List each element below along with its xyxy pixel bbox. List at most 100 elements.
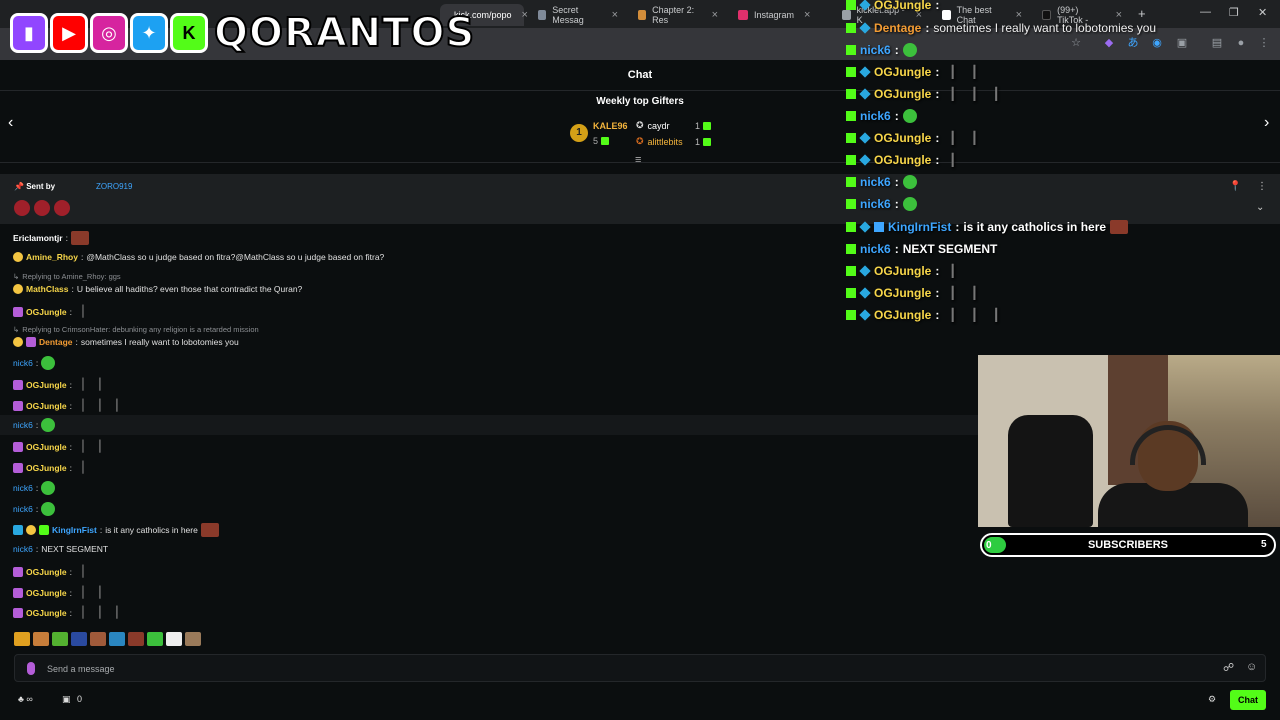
- close-tab-icon[interactable]: ×: [1016, 9, 1022, 21]
- chat-message[interactable]: OGJungle: ▕▏: [13, 305, 91, 318]
- username[interactable]: nick6: [13, 544, 33, 554]
- emote-icon[interactable]: [33, 632, 49, 646]
- reply-indicator[interactable]: ↳ Replying to Amine_Rhoy: ggs: [13, 272, 121, 281]
- emote-icon[interactable]: [71, 632, 87, 646]
- chat-message[interactable]: OGJungle: ▕▏ ▕▏ ▕▏: [13, 606, 125, 619]
- username[interactable]: OGJungle: [26, 463, 67, 473]
- menu-dots-icon[interactable]: ⋮: [1258, 37, 1270, 49]
- unpin-icon[interactable]: 📍: [1229, 181, 1241, 192]
- chevron-down-icon[interactable]: ⌄: [1256, 202, 1264, 213]
- emote-icon[interactable]: [109, 632, 125, 646]
- medal-icon: ✪: [636, 136, 644, 146]
- close-tab-icon[interactable]: ×: [1116, 9, 1122, 21]
- chat-message[interactable]: MathClass: U believe all hadiths? even t…: [13, 284, 302, 294]
- chat-message[interactable]: OGJungle: ▕▏ ▕▏: [13, 378, 108, 391]
- username[interactable]: nick6: [13, 483, 33, 493]
- close-window-icon[interactable]: ✕: [1258, 6, 1267, 19]
- top-gifter-name[interactable]: KALE96: [593, 121, 628, 131]
- chat-message[interactable]: nick6:: [13, 356, 56, 370]
- username[interactable]: OGJungle: [26, 567, 67, 577]
- more-options-icon[interactable]: ⋮: [1257, 181, 1267, 192]
- chevron-left-icon[interactable]: ‹: [8, 114, 13, 132]
- username[interactable]: OGJungle: [26, 588, 67, 598]
- extension-icon[interactable]: ◆: [1103, 37, 1115, 49]
- sound-bars-emote: ▕▏ ▕▏ ▕▏: [943, 87, 1006, 101]
- bookmark-star-icon[interactable]: ☆: [1070, 37, 1082, 49]
- pinned-user[interactable]: ZORO919: [96, 182, 132, 191]
- send-message-input[interactable]: [47, 661, 1207, 677]
- close-tab-icon[interactable]: ×: [522, 9, 528, 21]
- tab-chapter[interactable]: Chapter 2: Res ×: [630, 4, 726, 26]
- chat-message[interactable]: nick6: NEXT SEGMENT: [13, 544, 108, 554]
- chat-message[interactable]: OGJungle: ▕▏: [13, 461, 91, 474]
- tab-instagram[interactable]: Instagram ×: [730, 4, 826, 26]
- username[interactable]: OGJungle: [26, 442, 67, 452]
- minimize-icon[interactable]: —: [1200, 6, 1211, 18]
- chat-message[interactable]: Ericlamontjr:: [13, 231, 89, 245]
- translate-icon[interactable]: ☍: [1223, 661, 1234, 674]
- new-tab-icon[interactable]: +: [1138, 6, 1146, 21]
- username[interactable]: Ericlamontjr: [13, 233, 63, 243]
- emote-icon[interactable]: [52, 632, 68, 646]
- username[interactable]: MathClass: [26, 284, 69, 294]
- chat-message[interactable]: OGJungle: ▕▏ ▕▏: [13, 440, 108, 453]
- message-favicon-icon: [538, 10, 547, 20]
- username[interactable]: OGJungle: [26, 608, 67, 618]
- settings-gear-icon[interactable]: ⚙: [1208, 694, 1216, 705]
- sound-bars-emote: ▕▏ ▕▏: [75, 587, 108, 599]
- emote-100-icon[interactable]: [14, 632, 30, 646]
- gifter-row[interactable]: ✪ alittlebits: [636, 136, 683, 147]
- puzzle-icon[interactable]: ▣: [1176, 37, 1188, 49]
- emote-icon[interactable]: [185, 632, 201, 646]
- medal-icon: ✪: [636, 120, 644, 130]
- message-input-box[interactable]: ☍ ☺: [14, 654, 1266, 682]
- chat-message[interactable]: nick6:: [13, 502, 56, 516]
- username[interactable]: KingIrnFist: [52, 525, 97, 535]
- gift-badge-icon: [13, 587, 23, 598]
- emoji-picker-icon[interactable]: ☺: [1246, 661, 1257, 673]
- emote-icon[interactable]: [128, 632, 144, 646]
- gift-icon[interactable]: ▣: [62, 694, 71, 705]
- gift-badge-icon: [26, 337, 36, 347]
- emote-icon[interactable]: [90, 632, 106, 646]
- chat-message[interactable]: Amine_Rhoy: @MathClass so u judge based …: [13, 252, 384, 262]
- gifter-row[interactable]: ✪ caydr: [636, 120, 670, 131]
- chevron-right-icon[interactable]: ›: [1264, 114, 1269, 132]
- microphone-icon[interactable]: [27, 662, 35, 675]
- close-tab-icon[interactable]: ×: [804, 9, 810, 21]
- points-icon[interactable]: ♣ ∞: [18, 694, 33, 704]
- crown-badge-icon: [26, 525, 36, 535]
- chat-message[interactable]: OGJungle: ▕▏ ▕▏ ▕▏: [13, 399, 125, 412]
- overlay-username: OGJungle: [874, 264, 932, 278]
- chat-message[interactable]: KingIrnFist: is it any catholics in here: [13, 523, 219, 537]
- username[interactable]: nick6: [13, 504, 33, 514]
- tab-secret-messages[interactable]: Secret Messag ×: [530, 4, 626, 26]
- username[interactable]: Amine_Rhoy: [26, 252, 78, 262]
- reply-indicator[interactable]: ↳ Replying to CrimsonHater: debunking an…: [13, 325, 259, 334]
- chat-message[interactable]: OGJungle: ▕▏ ▕▏: [13, 586, 108, 599]
- gift-badge-icon: [13, 607, 23, 618]
- wave-icon[interactable]: ◉: [1151, 37, 1163, 49]
- username[interactable]: OGJungle: [26, 401, 67, 411]
- username[interactable]: Dentage: [39, 337, 73, 347]
- username[interactable]: OGJungle: [26, 380, 67, 390]
- translate-icon[interactable]: あ: [1127, 37, 1139, 49]
- close-tab-icon[interactable]: ×: [612, 9, 618, 21]
- chat-message[interactable]: OGJungle: ▕▏: [13, 565, 91, 578]
- sidebar-icon[interactable]: ▤: [1211, 37, 1223, 49]
- maximize-icon[interactable]: ❐: [1229, 6, 1239, 19]
- close-tab-icon[interactable]: ×: [712, 9, 718, 21]
- chat-message[interactable]: nick6:: [13, 481, 56, 495]
- chat-send-button[interactable]: Chat: [1230, 690, 1266, 710]
- emote-icon: [1110, 220, 1129, 234]
- collapse-gifters-icon[interactable]: ≡: [635, 154, 641, 166]
- profile-avatar-icon[interactable]: ●: [1235, 37, 1247, 49]
- chat-message[interactable]: nick6:: [13, 418, 56, 432]
- username[interactable]: OGJungle: [26, 307, 67, 317]
- chat-message[interactable]: Dentage: sometimes I really want to lobo…: [13, 337, 239, 347]
- username[interactable]: nick6: [13, 358, 33, 368]
- emote-icon[interactable]: [147, 632, 163, 646]
- chat-title: Chat: [627, 69, 653, 81]
- emote-icon[interactable]: [166, 632, 182, 646]
- username[interactable]: nick6: [13, 420, 33, 430]
